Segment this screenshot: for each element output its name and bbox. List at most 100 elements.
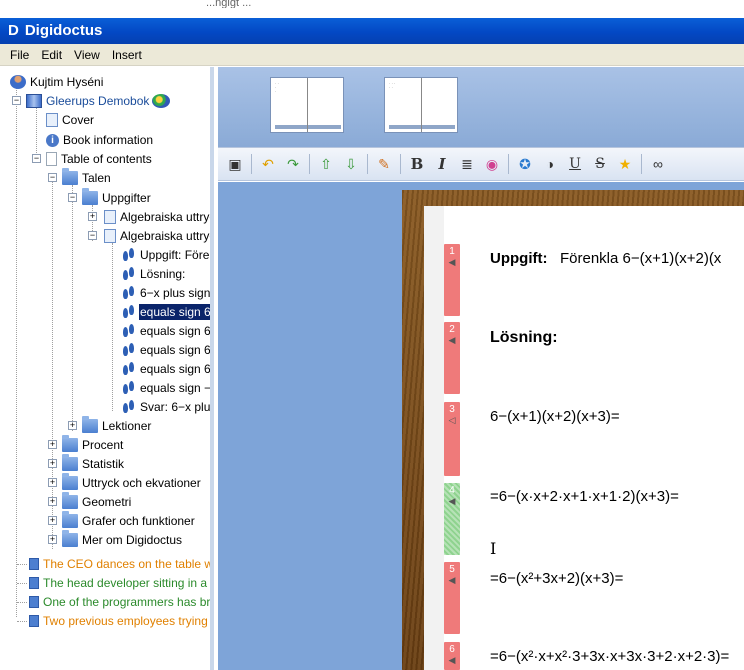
formatting-toolbar: ▣ ↶ ↷ ⇧ ⇩ ✎ B I ≣ ◉ ✪ ◑ U S ★ ∞ <box>218 147 744 181</box>
content-tree: Kujtim Hyséni − Gleerups Demobok Cover i… <box>0 67 214 670</box>
solution-heading[interactable]: Lösning: <box>490 329 558 347</box>
tree-item-geometri[interactable]: Geometri <box>62 492 132 511</box>
menu-insert[interactable]: Insert <box>106 48 148 62</box>
page-thumbnail[interactable]: · · · · <box>270 77 344 133</box>
expand-statistik-button[interactable]: + <box>48 459 57 468</box>
tree-step-item[interactable]: equals sign 6− <box>122 322 210 340</box>
menu-view[interactable]: View <box>68 48 106 62</box>
speaker-icon: ◀ <box>448 655 456 665</box>
tree-note-item[interactable]: The CEO dances on the table with <box>26 555 210 573</box>
task-text: Förenkla 6−(x+1)(x+2)(x <box>560 250 722 267</box>
tree-item-algebraiska-2[interactable]: Algebraiska uttryck <box>102 227 210 245</box>
math-line-6[interactable]: =6−(x²·x+x²·3+3x·x+3x·3+2·x+2·3)= <box>490 648 729 665</box>
tree-item-table-of-contents[interactable]: Table of contents <box>44 150 153 168</box>
undo-icon[interactable]: ↶ <box>257 153 279 175</box>
menu-file[interactable]: File <box>4 48 35 62</box>
tree-step-item[interactable]: equals sign −x <box>122 379 210 397</box>
cell-marker[interactable]: 4 ◀ <box>444 483 460 555</box>
star-icon[interactable]: ★ <box>614 153 636 175</box>
footprint-icon <box>122 362 136 376</box>
page-icon <box>104 210 116 224</box>
bold-button[interactable]: B <box>406 153 428 175</box>
footprint-icon <box>122 381 136 395</box>
move-up-icon[interactable]: ⇧ <box>315 153 337 175</box>
speaker-icon: ◀ <box>448 496 456 506</box>
page-icon <box>104 229 116 243</box>
collapse-toc-button[interactable]: − <box>32 154 41 163</box>
tree-item-statistik[interactable]: Statistik <box>62 454 125 473</box>
color-picker-icon[interactable]: ◉ <box>481 153 503 175</box>
page-thumbnail[interactable]: · · · · · <box>384 77 458 133</box>
italic-button[interactable]: I <box>431 153 453 175</box>
cell-marker[interactable]: 6 ◀ <box>444 642 460 670</box>
math-line-3[interactable]: 6−(x+1)(x+2)(x+3)= <box>490 408 620 425</box>
font-size-icon[interactable]: ≣ <box>456 153 478 175</box>
tree-step-item[interactable]: Svar: 6−x plus <box>122 398 210 416</box>
cell-gutter <box>424 206 444 670</box>
folder-icon <box>62 435 78 452</box>
menu-edit[interactable]: Edit <box>35 48 68 62</box>
folder-icon <box>62 511 78 528</box>
move-down-icon[interactable]: ⇩ <box>340 153 362 175</box>
strikethrough-button[interactable]: S <box>589 153 611 175</box>
eraser-icon[interactable]: ✎ <box>373 153 395 175</box>
folder-icon <box>62 530 78 547</box>
speaker-icon: ◀ <box>448 335 456 345</box>
redo-icon[interactable]: ↷ <box>282 153 304 175</box>
collapse-book-button[interactable]: − <box>12 96 21 105</box>
cell-marker[interactable]: 2 ◀ <box>444 322 460 394</box>
tree-item-procent[interactable]: Procent <box>62 435 124 454</box>
expand-procent-button[interactable]: + <box>48 440 57 449</box>
expand-lektioner-button[interactable]: + <box>68 421 77 430</box>
expand-uttryck-button[interactable]: + <box>48 478 57 487</box>
tree-item-uttryck-och-ekvationer[interactable]: Uttryck och ekvationer <box>62 473 202 492</box>
tree-step-item[interactable]: 6−x plus sign 1 <box>122 284 210 302</box>
collapse-uppgifter-button[interactable]: − <box>68 193 77 202</box>
task-line[interactable]: Uppgift: Förenkla 6−(x+1)(x+2)(x <box>490 250 721 267</box>
document-icon <box>46 152 57 166</box>
tree-step-item[interactable]: equals sign 6− <box>122 360 210 378</box>
folder-icon <box>82 188 98 205</box>
tree-item-lektioner[interactable]: Lektioner <box>82 416 152 435</box>
page-thumbnail-strip: · · · · · · · · · <box>218 67 744 147</box>
tree-item-grafer-och-funktioner[interactable]: Grafer och funktioner <box>62 511 196 530</box>
expand-mer-om-button[interactable]: + <box>48 535 57 544</box>
collapse-alg2-button[interactable]: − <box>88 231 97 240</box>
expand-grafer-button[interactable]: + <box>48 516 57 525</box>
expand-alg1-button[interactable]: + <box>88 212 97 221</box>
underline-button[interactable]: U <box>564 153 586 175</box>
note-icon <box>29 558 39 570</box>
tree-item-book[interactable]: Gleerups Demobok <box>26 92 171 110</box>
tree-note-item[interactable]: Two previous employees trying to <box>26 612 210 630</box>
collapse-talen-button[interactable]: − <box>48 173 57 182</box>
title-bar[interactable]: D Digidoctus <box>0 18 744 44</box>
cell-marker[interactable]: 3 ◁ <box>444 402 460 476</box>
math-line-4[interactable]: =6−(x·x+2·x+1·x+1·2)(x+3)= <box>490 488 679 505</box>
insert-object-icon[interactable]: ✪ <box>514 153 536 175</box>
footprint-icon <box>122 267 136 281</box>
tree-note-item[interactable]: One of the programmers has brou <box>26 593 210 611</box>
tree-step-item-selected[interactable]: equals sign 6− <box>122 303 210 321</box>
tree-item-algebraiska-1[interactable]: Algebraiska uttryck <box>102 208 210 226</box>
tree-note-item[interactable]: The head developer sitting in a cor <box>26 574 210 592</box>
tree-item-book-information[interactable]: i Book information <box>46 131 154 149</box>
expand-geometri-button[interactable]: + <box>48 497 57 506</box>
math-line-5[interactable]: =6−(x²+3x+2)(x+3)= <box>490 570 623 587</box>
cell-marker[interactable]: 1 ◀ <box>444 244 460 316</box>
tree-step-item[interactable]: Lösning: <box>122 265 186 283</box>
tree-item-talen[interactable]: Talen <box>62 168 112 187</box>
tree-item-mer-om-digidoctus[interactable]: Mer om Digidoctus <box>62 530 183 549</box>
tree-item-cover[interactable]: Cover <box>44 111 95 129</box>
tree-step-item[interactable]: Uppgift: Förenkla <box>122 246 210 264</box>
cell-marker[interactable]: 5 ◀ <box>444 562 460 634</box>
highlight-icon[interactable]: ◑ <box>539 153 561 175</box>
footprint-icon <box>122 343 136 357</box>
save-icon[interactable]: ▣ <box>224 153 246 175</box>
tree-item-uppgifter[interactable]: Uppgifter <box>82 188 152 207</box>
link-icon[interactable]: ∞ <box>647 153 669 175</box>
document-sheet[interactable] <box>424 206 744 670</box>
tree-item-user[interactable]: Kujtim Hyséni <box>10 73 104 91</box>
tree-step-item[interactable]: equals sign 6− <box>122 341 210 359</box>
note-icon <box>29 615 39 627</box>
partial-window-text: ...ngigt ... <box>206 0 252 8</box>
